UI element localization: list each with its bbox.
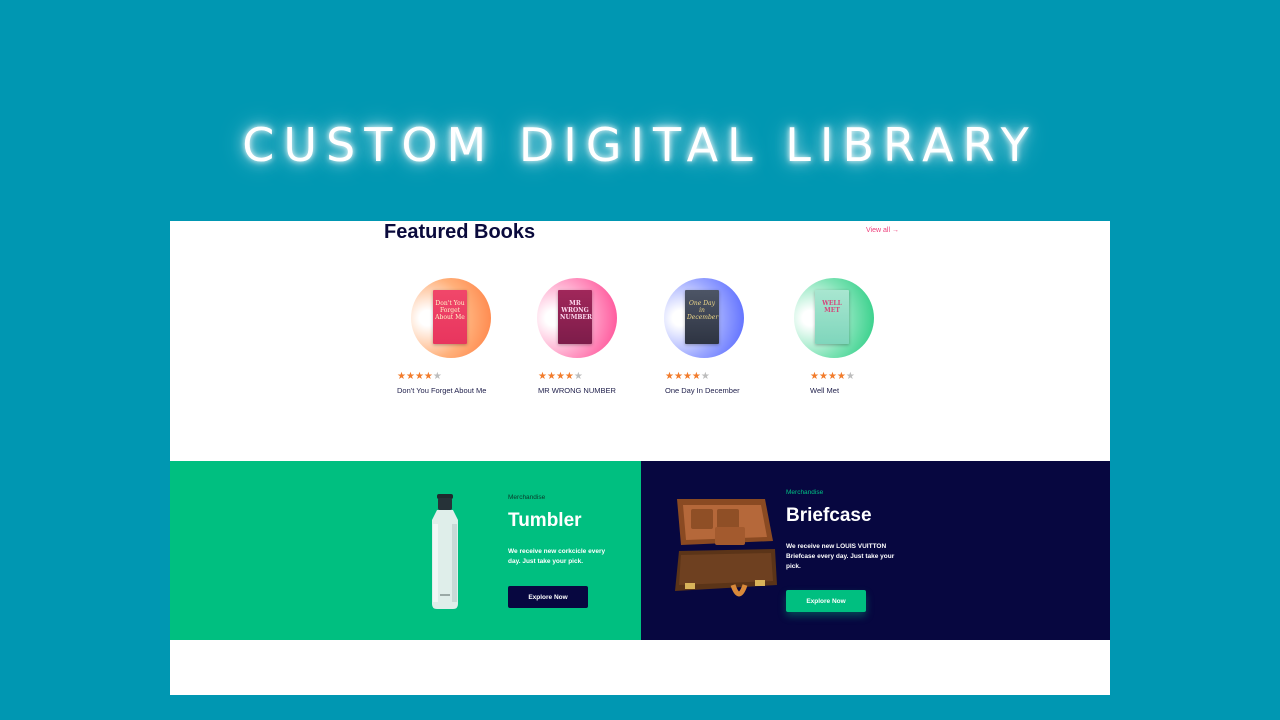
star-icon: ★ bbox=[665, 371, 674, 382]
book-cover-image: MR WRONG NUMBER bbox=[558, 290, 592, 344]
book-card-one-day-in-december[interactable]: One Day in December ★★★★★ One Day In Dec… bbox=[664, 278, 794, 398]
star-empty-icon: ★ bbox=[573, 371, 583, 382]
star-icon: ★ bbox=[818, 371, 828, 382]
featured-books-heading: Featured Books bbox=[384, 221, 536, 243]
star-icon: ★ bbox=[564, 371, 574, 382]
book-cover-text: One Day in December bbox=[687, 300, 719, 321]
star-empty-icon: ★ bbox=[845, 371, 855, 382]
book-card-mr-wrong-number[interactable]: MR WRONG NUMBER ★★★★★ MR WRONG NUMBER bbox=[537, 278, 667, 398]
promo-tag: Merchandise bbox=[508, 494, 546, 501]
hero-title: CUSTOM DIGITAL LIBRARY bbox=[242, 118, 1038, 172]
book-title: Don't You Forget About Me bbox=[397, 386, 487, 395]
star-icon: ★ bbox=[691, 371, 701, 382]
rating-stars: ★★★★★ bbox=[538, 372, 583, 382]
book-cover-text: MR WRONG NUMBER bbox=[560, 300, 592, 321]
promo-briefcase: Merchandise Briefcase We receive new LOU… bbox=[641, 461, 1110, 640]
book-cover-image: Don't You Forget About Me bbox=[433, 290, 467, 344]
star-icon: ★ bbox=[810, 371, 819, 382]
library-panel: Featured Books View all → Don't You Forg… bbox=[170, 221, 1110, 695]
star-icon: ★ bbox=[414, 371, 424, 382]
star-icon: ★ bbox=[546, 371, 556, 382]
promo-description: We receive new LOUIS VUITTON Briefcase e… bbox=[786, 543, 895, 570]
star-icon: ★ bbox=[423, 371, 433, 382]
book-card-well-met[interactable]: WELL MET ★★★★★ Well Met bbox=[794, 278, 924, 398]
star-empty-icon: ★ bbox=[700, 371, 710, 382]
promo-title: Tumbler bbox=[508, 510, 582, 531]
star-icon: ★ bbox=[397, 371, 406, 382]
star-empty-icon: ★ bbox=[432, 371, 442, 382]
star-icon: ★ bbox=[538, 371, 547, 382]
star-icon: ★ bbox=[827, 371, 837, 382]
book-cover-text: WELL MET bbox=[822, 300, 842, 314]
briefcase-image bbox=[675, 499, 777, 597]
book-card-dont-you-forget-about-me[interactable]: Don't You Forget About Me ★★★★★ Don't Yo… bbox=[396, 278, 526, 398]
book-cover-image: WELL MET bbox=[815, 290, 849, 344]
promo-title: Briefcase bbox=[786, 505, 872, 526]
rating-stars: ★★★★★ bbox=[665, 372, 710, 382]
book-title: Well Met bbox=[810, 386, 840, 395]
promo-tag: Merchandise bbox=[786, 489, 824, 496]
star-icon: ★ bbox=[682, 371, 692, 382]
rating-stars: ★★★★★ bbox=[810, 372, 855, 382]
explore-now-button[interactable]: Explore Now bbox=[786, 590, 866, 612]
view-all-link[interactable]: View all → bbox=[866, 227, 899, 234]
tumbler-image bbox=[432, 494, 458, 609]
star-icon: ★ bbox=[673, 371, 683, 382]
book-cover-text: Don't You Forget About Me bbox=[435, 300, 465, 321]
star-icon: ★ bbox=[555, 371, 565, 382]
rating-stars: ★★★★★ bbox=[397, 372, 442, 382]
promo-description: We receive new corkcicle every day. Just… bbox=[508, 548, 606, 565]
star-icon: ★ bbox=[405, 371, 415, 382]
book-title: One Day In December bbox=[665, 386, 740, 395]
star-icon: ★ bbox=[836, 371, 846, 382]
book-cover-image: One Day in December bbox=[685, 290, 719, 344]
promo-tumbler: Merchandise Tumbler We receive new corkc… bbox=[170, 461, 641, 640]
book-title: MR WRONG NUMBER bbox=[538, 386, 616, 395]
explore-now-button[interactable]: Explore Now bbox=[508, 586, 588, 608]
